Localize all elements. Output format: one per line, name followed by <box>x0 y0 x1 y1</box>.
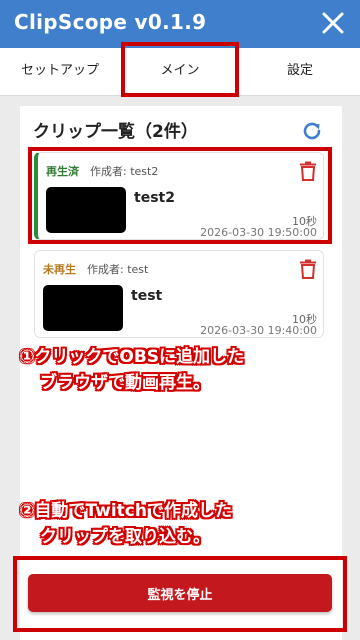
trash-icon[interactable] <box>299 161 317 181</box>
annotation-note-1-line-1: ①クリックでOBSに追加した <box>20 347 245 367</box>
clip-title: test2 <box>134 190 175 206</box>
clip-title: test <box>131 288 163 304</box>
status-badge-played: 再生済 <box>46 165 79 178</box>
clip-thumbnail <box>43 285 123 331</box>
status-badge-unplayed: 未再生 <box>43 263 76 276</box>
annotation-note-2-line-2: クリップを取り込む。 <box>40 527 210 547</box>
annotation-note-2-line-1: ②自動でTwitchで作成した <box>20 501 232 521</box>
tab-bar: セットアップ メイン 設定 <box>0 48 360 96</box>
clip-card[interactable]: 未再生 作成者: test test 10秒 2026-03-30 19:40:… <box>34 250 324 338</box>
app-title: ClipScope v0.1.9 <box>14 10 207 34</box>
stop-monitoring-button[interactable]: 監視を停止 <box>28 574 332 612</box>
clip-author: 作成者: test <box>87 263 149 276</box>
clip-list-title: クリップ一覧（2件） <box>33 122 198 142</box>
annotation-note-1: ①クリックでOBSに追加した ブラウザで動画再生。 <box>20 344 350 396</box>
annotation-note-2: ②自動でTwitchで作成した クリップを取り込む。 <box>20 498 350 550</box>
clip-datetime: 2026-03-30 19:40:00 <box>200 324 317 337</box>
refresh-icon[interactable] <box>300 119 324 143</box>
tab-setup[interactable]: セットアップ <box>0 48 120 96</box>
clip-card[interactable]: 再生済 作成者: test2 test2 10秒 2026-03-30 19:5… <box>34 152 324 240</box>
close-icon[interactable] <box>318 8 348 38</box>
title-bar: ClipScope v0.1.9 <box>0 0 360 48</box>
annotation-note-1-line-2: ブラウザで動画再生。 <box>40 373 210 393</box>
tab-main[interactable]: メイン <box>120 48 240 96</box>
clip-author: 作成者: test2 <box>90 165 159 178</box>
clip-thumbnail <box>46 187 126 233</box>
clip-datetime: 2026-03-30 19:50:00 <box>200 226 317 239</box>
trash-icon[interactable] <box>299 259 317 279</box>
tab-settings[interactable]: 設定 <box>240 48 360 96</box>
